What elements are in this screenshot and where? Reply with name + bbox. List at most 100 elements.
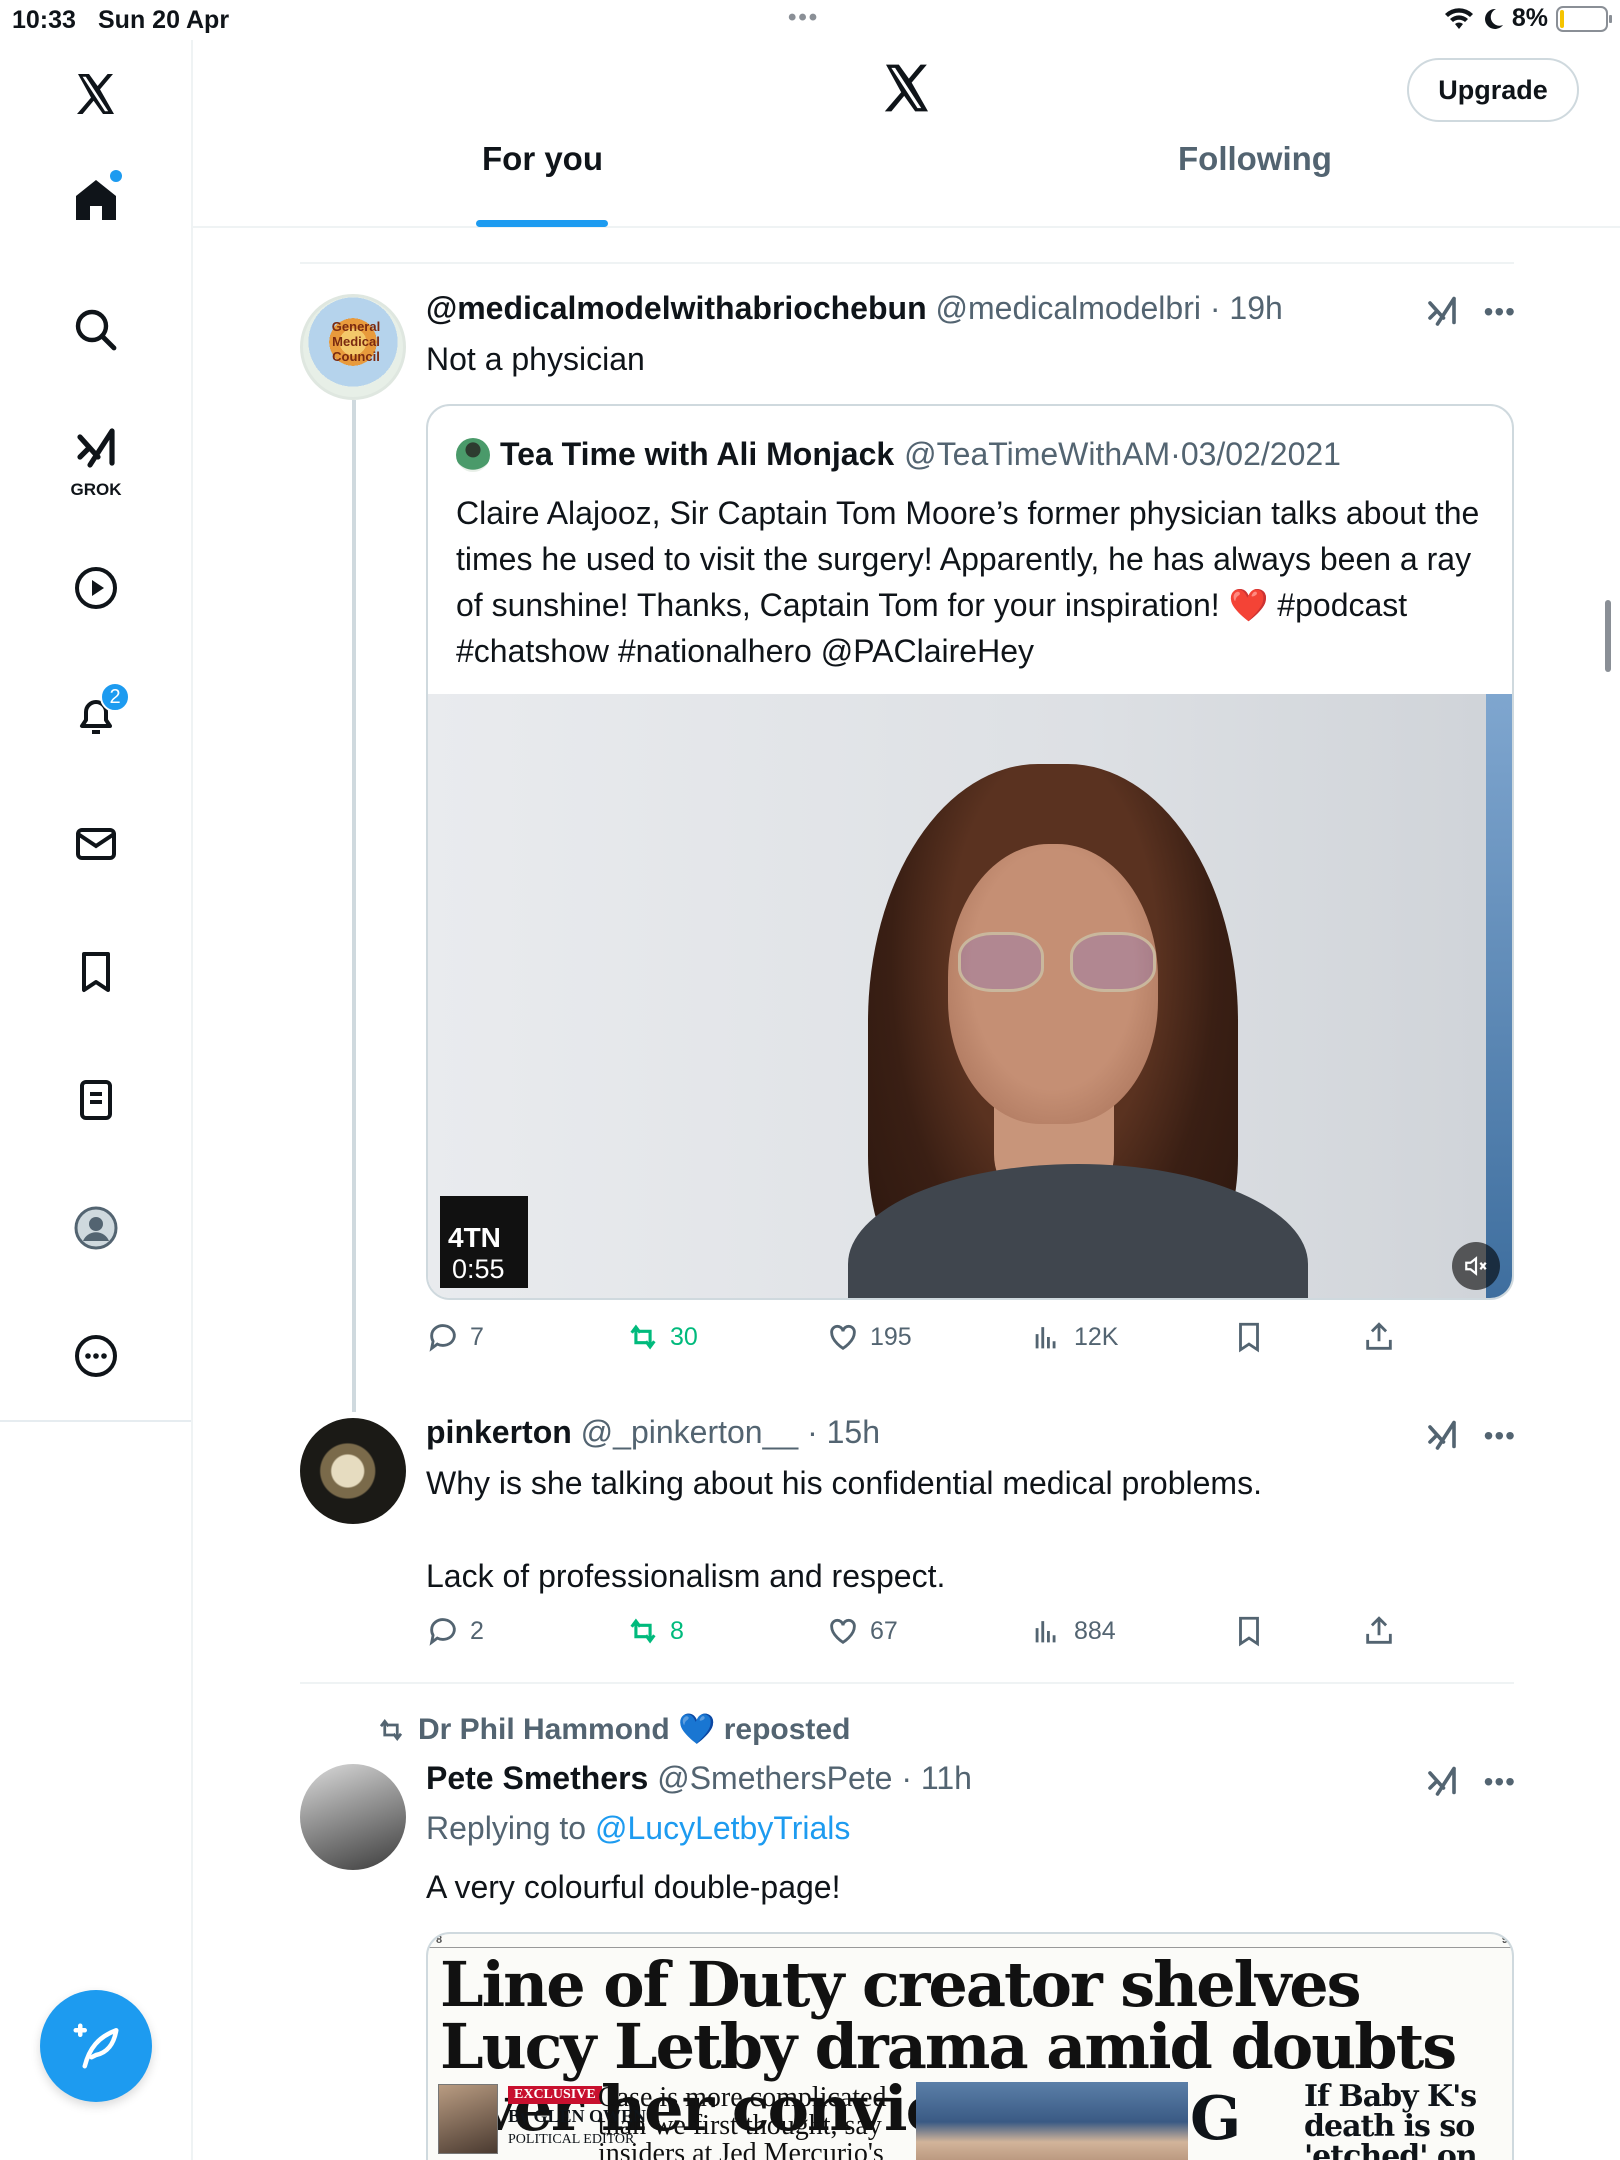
muted-speaker-icon <box>1465 1256 1487 1276</box>
tweet-top-actions: ••• <box>1424 1762 1516 1802</box>
tweet-time[interactable]: 19h <box>1229 290 1282 326</box>
grok-icon[interactable] <box>1424 1418 1460 1454</box>
tweet-actions: 7 30 195 12K <box>426 1320 1406 1360</box>
sidebar-border <box>191 40 193 2160</box>
tweet-author-handle[interactable]: @_pinkerton__ <box>581 1414 799 1450</box>
tweet-author-name[interactable]: pinkerton <box>426 1414 572 1450</box>
views-icon <box>1035 1621 1056 1643</box>
more-icon[interactable]: ••• <box>1484 1420 1516 1452</box>
compose-button[interactable] <box>40 1990 152 2102</box>
like-count: 67 <box>870 1616 898 1645</box>
more-icon[interactable]: ••• <box>1484 1766 1516 1798</box>
tweet-actions: 2 8 67 884 <box>426 1614 1406 1654</box>
quote-author-handle: @TeaTimeWithAM <box>904 436 1171 472</box>
video-person-glasses <box>958 932 1158 992</box>
more-icon[interactable]: ••• <box>1484 296 1516 328</box>
views-button[interactable]: 12K <box>1030 1320 1118 1354</box>
grok-icon[interactable] <box>1424 294 1460 330</box>
like-button[interactable]: 67 <box>826 1614 898 1648</box>
repost-attribution[interactable]: Dr Phil Hammond 💙 reposted <box>376 1712 850 1747</box>
views-count: 12K <box>1074 1322 1119 1351</box>
sidebar-item-messages[interactable] <box>56 804 136 884</box>
like-button[interactable]: 195 <box>826 1320 912 1354</box>
newspaper-author-photo <box>438 2084 498 2154</box>
replying-to: Replying to @LucyLetbyTrials <box>426 1810 850 1847</box>
reply-icon <box>429 1324 456 1352</box>
status-bar: 10:33 Sun 20 Apr ••• 8% <box>0 0 1620 40</box>
tweet-header: @medicalmodelwithabriochebun @medicalmod… <box>426 290 1283 326</box>
tweet-text: Not a physician <box>426 341 645 377</box>
reply-button[interactable]: 7 <box>426 1320 484 1354</box>
x-logo-center-icon[interactable] <box>879 60 935 116</box>
video-player[interactable]: 4TN 0:55 <box>428 694 1512 1298</box>
wifi-icon <box>1444 7 1473 29</box>
sidebar-item-profile[interactable] <box>56 1188 136 1268</box>
newspaper-side-headline: If Baby K's death is so 'etched' on Dr J… <box>1304 2079 1478 2160</box>
battery-percent: 8% <box>1511 4 1548 32</box>
tweet-author-handle[interactable]: @SmethersPete <box>657 1760 892 1796</box>
quote-author-name: Tea Time with Ali Monjack <box>500 436 895 472</box>
tweet-time[interactable]: 11h <box>921 1760 972 1796</box>
newspaper-exclusive-tag: EXCLUSIVE <box>508 2086 602 2104</box>
repost-button[interactable]: 8 <box>626 1614 684 1648</box>
thread-connector <box>352 400 356 1412</box>
avatar[interactable] <box>300 1418 406 1524</box>
replying-to-prefix: Replying to <box>426 1810 595 1846</box>
quote-header: Tea Time with Ali Monjack @TeaTimeWithAM… <box>456 436 1341 473</box>
repost-count: 8 <box>670 1616 684 1645</box>
tweet-text: A very colourful double-page! <box>426 1869 841 1905</box>
mute-button[interactable] <box>1452 1242 1500 1290</box>
quote-date: 03/02/2021 <box>1180 436 1341 472</box>
tweet-author-name[interactable]: @medicalmodelwithabriochebun <box>426 290 927 326</box>
tweet-image-newspaper[interactable]: 8 9 Line of Duty creator shelves Lucy Le… <box>426 1932 1514 2160</box>
upgrade-button[interactable]: Upgrade <box>1407 58 1579 122</box>
play-icon <box>75 567 117 609</box>
sidebar-item-lists[interactable] <box>56 1060 136 1140</box>
bookmark-button[interactable] <box>1232 1614 1266 1648</box>
sidebar-item-video[interactable] <box>56 548 136 628</box>
avatar[interactable] <box>300 1764 406 1870</box>
tab-for-you[interactable]: For you <box>482 140 603 178</box>
newspaper-page-strip: 8 9 <box>428 1934 1512 1948</box>
scrollbar-thumb[interactable] <box>1605 600 1611 672</box>
repost-icon <box>379 1718 403 1741</box>
newspaper-dropcap: G <box>1190 2084 1242 2154</box>
multitasking-dots[interactable]: ••• <box>788 4 819 32</box>
share-icon <box>1366 1322 1392 1350</box>
reply-count: 7 <box>470 1322 484 1351</box>
tweet-author-name[interactable]: Pete Smethers <box>426 1760 648 1796</box>
sidebar-item-more[interactable] <box>56 1316 136 1396</box>
profile-icon <box>74 1206 118 1250</box>
sidebar-item-home[interactable] <box>56 160 136 240</box>
newspaper-subhead: Case is more complicated than we first t… <box>598 2082 887 2160</box>
x-logo[interactable] <box>56 54 136 134</box>
grok-icon[interactable] <box>1424 1764 1460 1800</box>
views-button[interactable]: 884 <box>1030 1614 1116 1648</box>
bookmark-button[interactable] <box>1232 1320 1266 1354</box>
search-icon <box>75 309 117 351</box>
video-background-window <box>1486 694 1512 1298</box>
sidebar-item-bookmarks[interactable] <box>56 932 136 1012</box>
reply-button[interactable]: 2 <box>426 1614 484 1648</box>
moon-icon <box>1484 8 1503 29</box>
share-button[interactable] <box>1362 1320 1396 1354</box>
avatar[interactable]: General Medical Council <box>300 294 406 400</box>
newspaper-page-right: 9 <box>1501 1934 1508 1946</box>
share-button[interactable] <box>1362 1614 1396 1648</box>
quote-text: Claire Alajooz, Sir Captain Tom Moore’s … <box>456 495 1480 669</box>
grok-icon <box>77 428 115 468</box>
tweet-time[interactable]: 15h <box>827 1414 880 1450</box>
replying-to-link[interactable]: @LucyLetbyTrials <box>595 1810 850 1846</box>
tab-following[interactable]: Following <box>1178 140 1332 178</box>
sidebar-item-explore[interactable] <box>56 290 136 370</box>
x-logo-icon <box>77 74 114 114</box>
sidebar-item-notifications[interactable]: 2 <box>56 676 136 756</box>
avatar-text: General Medical Council <box>331 319 381 364</box>
tweet-text-line: Why is she talking about his confidentia… <box>426 1465 1262 1501</box>
timeline-header: Upgrade For you Following <box>193 40 1620 228</box>
tweet-author-handle[interactable]: @medicalmodelbri <box>936 290 1201 326</box>
quoted-tweet[interactable]: Tea Time with Ali Monjack @TeaTimeWithAM… <box>426 404 1514 1300</box>
tweet-header: Pete Smethers @SmethersPete · 11h <box>426 1760 972 1796</box>
repost-button[interactable]: 30 <box>626 1320 698 1354</box>
sidebar-item-grok[interactable]: GROK <box>56 418 136 499</box>
